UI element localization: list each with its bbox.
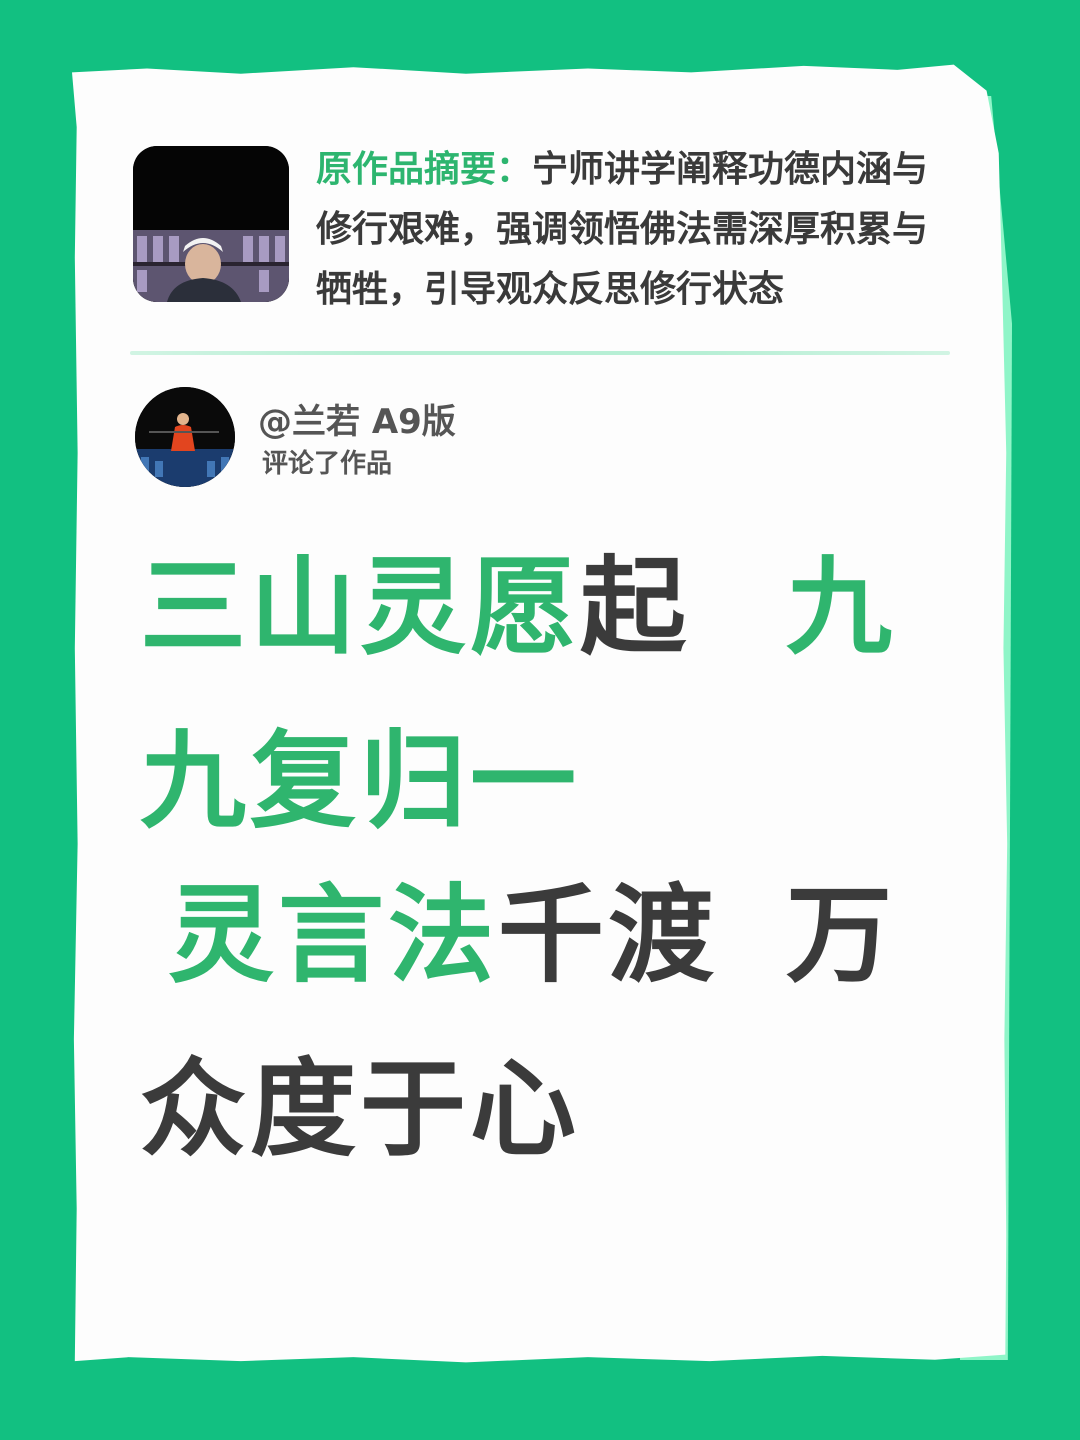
- divider: [130, 351, 950, 355]
- comment-line-3-green: 灵言法: [168, 874, 498, 997]
- work-summary: 原作品摘要：宁师讲学阐释功德内涵与修行艰难，强调领悟佛法需深厚积累与牺牲，引导观…: [316, 140, 956, 320]
- avatar[interactable]: [135, 387, 235, 487]
- comment-username[interactable]: @兰若 A9版: [258, 402, 456, 442]
- comment-line-1-green: 三山灵愿: [140, 546, 580, 669]
- comment-line-4: 众度于心: [140, 1048, 580, 1171]
- comment-action: 评论了作品: [262, 449, 393, 479]
- comment-line-3: 灵言法千渡: [168, 876, 718, 996]
- work-thumbnail[interactable]: [133, 146, 289, 302]
- comment-line-3-dark: 千渡: [498, 874, 718, 997]
- comment-line-3-tail: 万: [786, 874, 896, 997]
- comment-line-1-tail: 九: [786, 546, 896, 669]
- comment-line-1: 三山灵愿起: [140, 548, 690, 668]
- comment-line-2: 九复归一: [140, 720, 580, 843]
- comment-line-1-dark: 起: [580, 546, 690, 669]
- summary-label: 原作品摘要：: [316, 149, 533, 190]
